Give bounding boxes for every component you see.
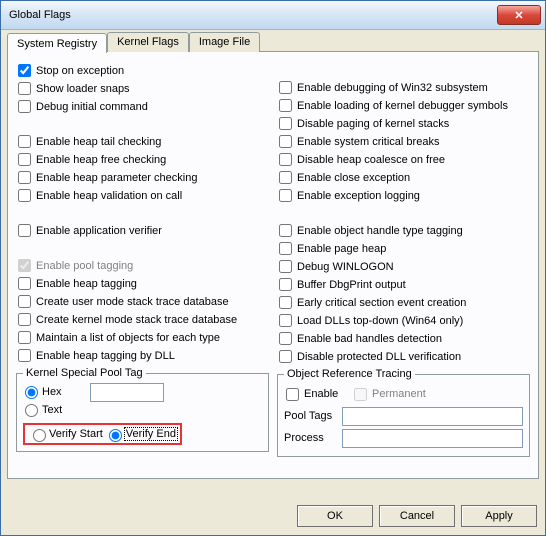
tab-panel: Stop on exception Show loader snaps Debu… [7,51,539,479]
chk-bad-handles-detection[interactable]: Enable bad handles detection [277,330,530,347]
chk-exception-logging[interactable]: Enable exception logging [277,187,530,204]
chk-debug-winlogon[interactable]: Debug WINLOGON [277,258,530,275]
chk-ort-enable[interactable]: Enable [284,386,342,403]
chk-debug-initial-command[interactable]: Debug initial command [16,98,269,115]
ort-legend: Object Reference Tracing [284,368,415,380]
chk-heap-parameter-checking[interactable]: Enable heap parameter checking [16,169,269,186]
ort-pool-tags-input[interactable] [342,407,523,426]
ok-button[interactable]: OK [297,505,373,527]
chk-buffer-dbgprint[interactable]: Buffer DbgPrint output [277,276,530,293]
chk-debug-win32[interactable]: Enable debugging of Win32 subsystem [277,79,530,96]
chk-heap-tagging[interactable]: Enable heap tagging [16,275,269,292]
cancel-button[interactable]: Cancel [379,505,455,527]
radio-verify-start[interactable] [33,429,46,442]
kernel-special-pool-tag-group: Kernel Special Pool Tag Hex Text Verify … [16,367,269,452]
dialog-body: System Registry Kernel Flags Image File … [7,31,539,493]
chk-stop-on-exception[interactable]: Stop on exception [16,62,269,79]
x-icon: ✕ [514,9,523,22]
chk-ort-permanent: Permanent [352,386,410,403]
chk-pool-tagging: Enable pool tagging [16,257,269,274]
chk-heap-tail-checking[interactable]: Enable heap tail checking [16,133,269,150]
right-column: Enable debugging of Win32 subsystem Enab… [277,62,530,457]
kspt-value-input[interactable] [90,383,164,402]
dialog-window: Global Flags ✕ System Registry Kernel Fl… [0,0,546,536]
chk-heap-validation-on-call[interactable]: Enable heap validation on call [16,187,269,204]
tab-strip: System Registry Kernel Flags Image File [7,31,539,51]
object-reference-tracing-group: Object Reference Tracing Enable Permanen… [277,368,530,457]
chk-kernel-debugger-symbols[interactable]: Enable loading of kernel debugger symbol… [277,97,530,114]
radio-verify-end[interactable] [109,429,122,442]
chk-maintain-object-list[interactable]: Maintain a list of objects for each type [16,329,269,346]
window-title: Global Flags [9,9,497,21]
chk-heap-free-checking[interactable]: Enable heap free checking [16,151,269,168]
ort-process-label: Process [284,432,342,444]
tab-system-registry[interactable]: System Registry [7,33,107,53]
radio-text[interactable] [25,404,38,417]
tab-image-file[interactable]: Image File [189,32,260,52]
chk-user-stack-trace-db[interactable]: Create user mode stack trace database [16,293,269,310]
ort-process-input[interactable] [342,429,523,448]
chk-system-critical-breaks[interactable]: Enable system critical breaks [277,133,530,150]
verify-highlight: Verify Start Verify End [23,423,182,445]
chk-application-verifier[interactable]: Enable application verifier [16,222,269,239]
chk-disable-heap-coalesce[interactable]: Disable heap coalesce on free [277,151,530,168]
chk-disable-protected-dll-verification[interactable]: Disable protected DLL verification [277,348,530,365]
apply-button[interactable]: Apply [461,505,537,527]
chk-page-heap[interactable]: Enable page heap [277,240,530,257]
radio-hex[interactable] [25,386,38,399]
ort-pool-tags-label: Pool Tags [284,410,342,422]
dialog-buttons: OK Cancel Apply [297,505,537,527]
chk-kernel-stack-trace-db[interactable]: Create kernel mode stack trace database [16,311,269,328]
chk-heap-tagging-by-dll[interactable]: Enable heap tagging by DLL [16,347,269,364]
chk-early-critical-section[interactable]: Early critical section event creation [277,294,530,311]
chk-close-exception[interactable]: Enable close exception [277,169,530,186]
chk-show-loader-snaps[interactable]: Show loader snaps [16,80,269,97]
chk-disable-paging-kernel-stacks[interactable]: Disable paging of kernel stacks [277,115,530,132]
title-bar: Global Flags ✕ [1,1,545,30]
close-button[interactable]: ✕ [497,5,541,25]
tab-kernel-flags[interactable]: Kernel Flags [107,32,189,52]
kspt-legend: Kernel Special Pool Tag [23,367,146,379]
chk-object-handle-type-tagging[interactable]: Enable object handle type tagging [277,222,530,239]
left-column: Stop on exception Show loader snaps Debu… [16,62,269,457]
chk-load-dlls-top-down[interactable]: Load DLLs top-down (Win64 only) [277,312,530,329]
